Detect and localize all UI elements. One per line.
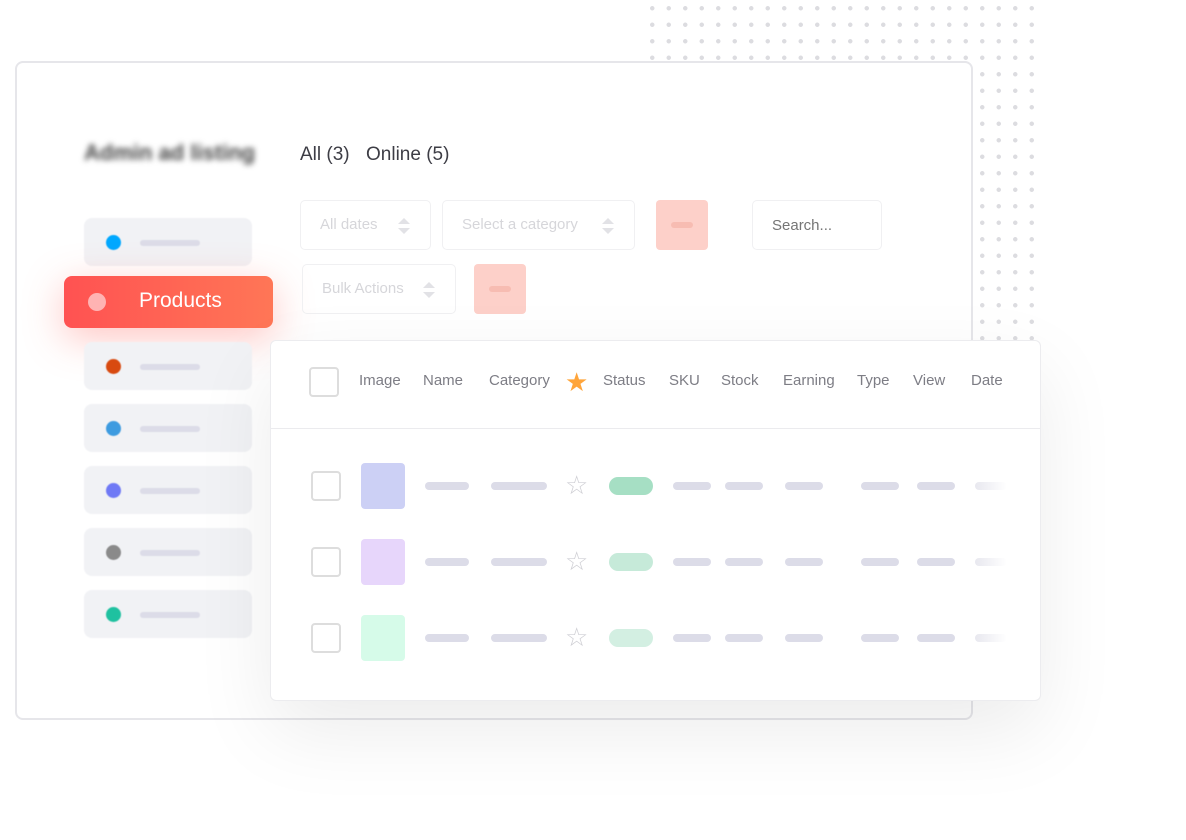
row-checkbox[interactable]	[311, 547, 341, 577]
cell-placeholder	[861, 558, 899, 566]
category-select-label: Select a category	[462, 216, 578, 233]
column-header-earning[interactable]: Earning	[783, 372, 835, 389]
sidebar-item[interactable]	[84, 466, 252, 514]
label-placeholder	[140, 488, 200, 494]
cell-placeholder	[785, 634, 823, 642]
column-header-category[interactable]: Category	[489, 372, 550, 389]
product-image	[361, 539, 405, 585]
tab-online[interactable]: Online (5)	[366, 144, 449, 166]
dot-icon	[106, 421, 121, 436]
table-row: ☆	[271, 463, 1040, 513]
column-header-name[interactable]: Name	[423, 372, 463, 389]
cell-placeholder	[785, 558, 823, 566]
label-placeholder	[140, 426, 200, 432]
table-row: ☆	[271, 615, 1040, 665]
column-header-date[interactable]: Date	[971, 372, 1003, 389]
cell-placeholder	[425, 634, 469, 642]
dot-icon	[106, 483, 121, 498]
products-table: ★ Image Name Category Status SKU Stock Earning…	[270, 340, 1041, 701]
status-badge	[609, 553, 653, 571]
star-outline-icon[interactable]: ☆	[565, 548, 588, 574]
dot-icon	[106, 359, 121, 374]
tab-all[interactable]: All (3)	[300, 144, 350, 166]
column-header-view[interactable]: View	[913, 372, 945, 389]
cell-placeholder	[917, 634, 955, 642]
label-placeholder	[140, 364, 200, 370]
cell-placeholder	[725, 482, 763, 490]
date-filter[interactable]: All dates	[300, 200, 431, 250]
row-checkbox[interactable]	[311, 623, 341, 653]
dot-icon	[88, 293, 106, 311]
search-input[interactable]	[752, 200, 882, 250]
dot-icon	[106, 607, 121, 622]
sidebar-item[interactable]	[84, 218, 252, 266]
label-placeholder	[140, 240, 200, 246]
column-header-image[interactable]: Image	[359, 372, 401, 389]
cell-placeholder	[975, 558, 1007, 566]
star-outline-icon[interactable]: ☆	[565, 472, 588, 498]
star-outline-icon[interactable]: ☆	[565, 624, 588, 650]
bulk-actions-select[interactable]: Bulk Actions	[302, 264, 456, 314]
row-checkbox[interactable]	[311, 471, 341, 501]
dot-icon	[106, 235, 121, 250]
page-title: Admin ad listing	[84, 140, 256, 165]
column-header-sku[interactable]: SKU	[669, 372, 700, 389]
sort-arrows-icon	[602, 218, 614, 234]
product-image	[361, 463, 405, 509]
cell-placeholder	[491, 482, 547, 490]
dot-icon	[106, 545, 121, 560]
cell-placeholder	[673, 558, 711, 566]
sidebar-item[interactable]	[84, 528, 252, 576]
cell-placeholder	[491, 558, 547, 566]
date-filter-label: All dates	[320, 216, 378, 233]
select-all-checkbox[interactable]	[309, 367, 339, 397]
filter-button[interactable]	[656, 200, 708, 250]
label-placeholder	[140, 612, 200, 618]
sidebar-item-label: Products	[139, 289, 222, 312]
cell-placeholder	[491, 634, 547, 642]
column-header-stock[interactable]: Stock	[721, 372, 759, 389]
sort-arrows-icon	[423, 282, 435, 298]
column-header-type[interactable]: Type	[857, 372, 890, 389]
bulk-actions-label: Bulk Actions	[322, 280, 404, 297]
table-row: ☆	[271, 539, 1040, 589]
cell-placeholder	[975, 634, 1007, 642]
cell-placeholder	[425, 558, 469, 566]
cell-placeholder	[975, 482, 1007, 490]
sidebar-item-products[interactable]: Products	[64, 276, 273, 328]
cell-placeholder	[425, 482, 469, 490]
cell-placeholder	[917, 558, 955, 566]
sidebar-item[interactable]	[84, 342, 252, 390]
sort-arrows-icon	[398, 218, 410, 234]
cell-placeholder	[725, 558, 763, 566]
status-badge	[609, 477, 653, 495]
star-icon[interactable]: ★	[565, 369, 588, 395]
product-image	[361, 615, 405, 661]
column-header-status[interactable]: Status	[603, 372, 646, 389]
status-badge	[609, 629, 653, 647]
cell-placeholder	[785, 482, 823, 490]
sidebar-item[interactable]	[84, 590, 252, 638]
sidebar-item[interactable]	[84, 404, 252, 452]
apply-button[interactable]	[474, 264, 526, 314]
category-select[interactable]: Select a category	[442, 200, 635, 250]
cell-placeholder	[861, 634, 899, 642]
table-header: ★ Image Name Category Status SKU Stock Earning…	[271, 341, 1040, 429]
cell-placeholder	[917, 482, 955, 490]
cell-placeholder	[673, 634, 711, 642]
cell-placeholder	[673, 482, 711, 490]
label-placeholder	[140, 550, 200, 556]
cell-placeholder	[861, 482, 899, 490]
cell-placeholder	[725, 634, 763, 642]
